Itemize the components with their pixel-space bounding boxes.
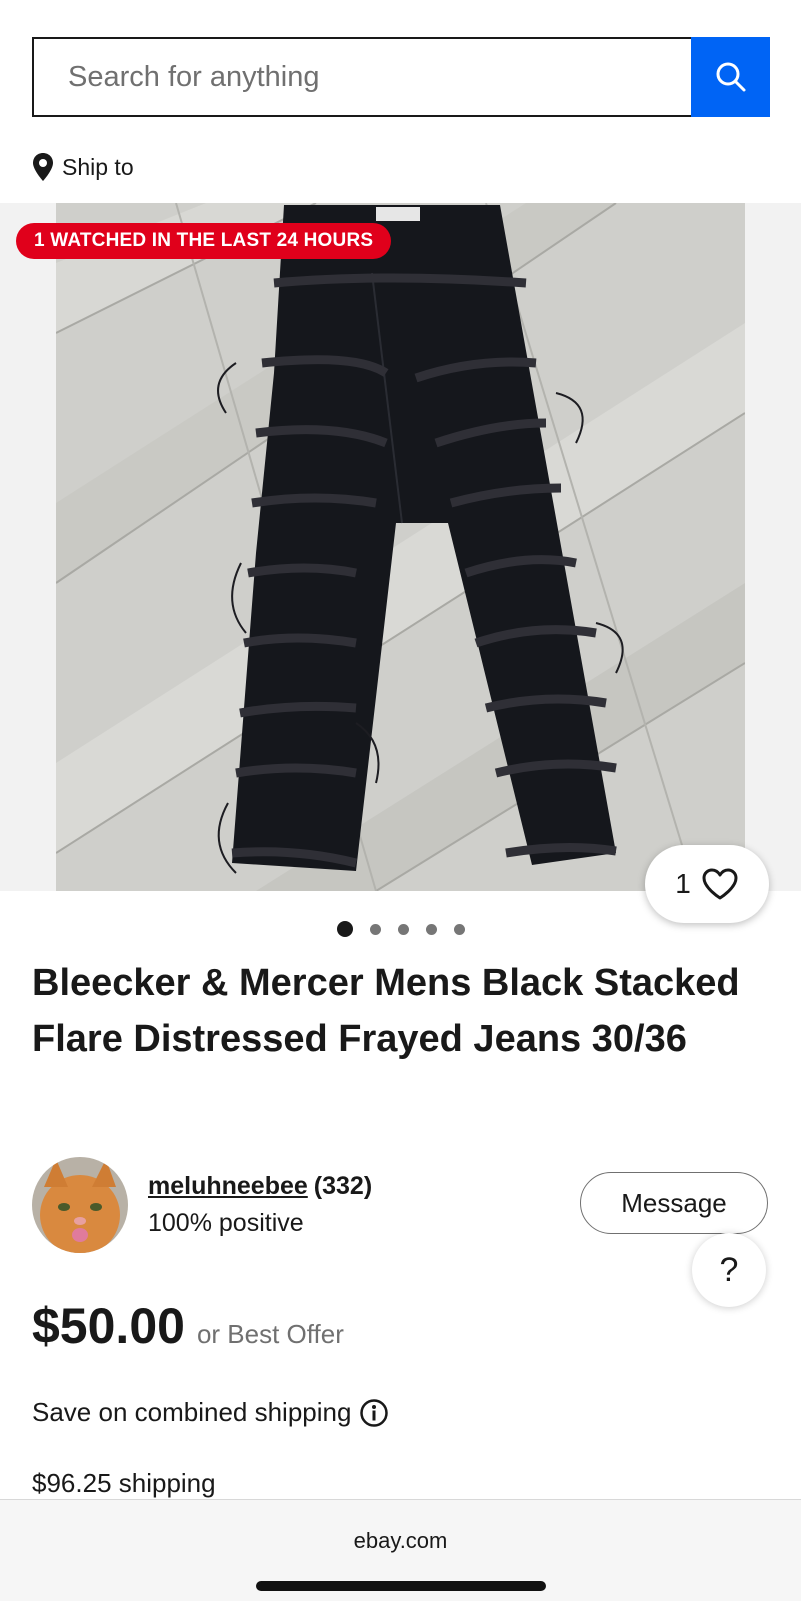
seller-avatar[interactable] [32,1157,128,1253]
listing-title: Bleecker & Mercer Mens Black Stacked Fla… [32,962,740,1060]
image-gallery[interactable] [0,203,801,891]
seller-feedback-count: (332) [313,1172,373,1200]
pagination-dot[interactable] [453,923,465,935]
best-offer-label: or Best Offer [196,1319,344,1349]
pagination-dot[interactable] [425,923,437,935]
pagination-dot[interactable] [397,923,409,935]
location-pin-icon [33,153,53,181]
product-photo[interactable] [56,203,745,891]
browser-bottom-bar: ebay.com [0,1499,801,1601]
shipping-cost[interactable]: $96.25 shipping [32,1468,216,1499]
heart-icon [702,868,738,900]
price: $50.00 [32,1298,185,1354]
search-button[interactable] [691,37,770,117]
combined-shipping[interactable]: Save on combined shipping [32,1397,389,1428]
combined-shipping-label: Save on combined shipping [32,1397,352,1427]
cat-avatar-image [32,1157,128,1253]
pagination-dot-active[interactable] [336,921,353,937]
help-button[interactable]: ? [692,1233,766,1307]
watched-badge: 1 WATCHED IN THE LAST 24 HOURS [16,223,392,259]
search-bar [32,37,770,117]
gallery-pagination [0,921,801,937]
info-icon[interactable] [359,1398,389,1428]
ship-to-label: Ship to [62,153,134,180]
watch-button[interactable]: 1 [645,845,769,923]
search-input[interactable] [32,37,691,117]
home-indicator[interactable] [256,1581,546,1591]
seller-info: meluhneebee (332) 100% positive [148,1172,372,1238]
browser-url[interactable]: ebay.com [0,1528,801,1554]
watch-count: 1 [675,868,691,899]
ship-to[interactable]: Ship to [32,152,134,182]
seller-name-link[interactable]: meluhneebee [148,1172,308,1201]
seller-positive-rating: 100% positive [148,1209,304,1237]
message-button[interactable]: Message [580,1172,768,1234]
search-icon [716,62,745,92]
price-row: $50.00 or Best Offer [32,1297,344,1355]
pagination-dot[interactable] [369,923,381,935]
jeans-photo [56,203,745,891]
